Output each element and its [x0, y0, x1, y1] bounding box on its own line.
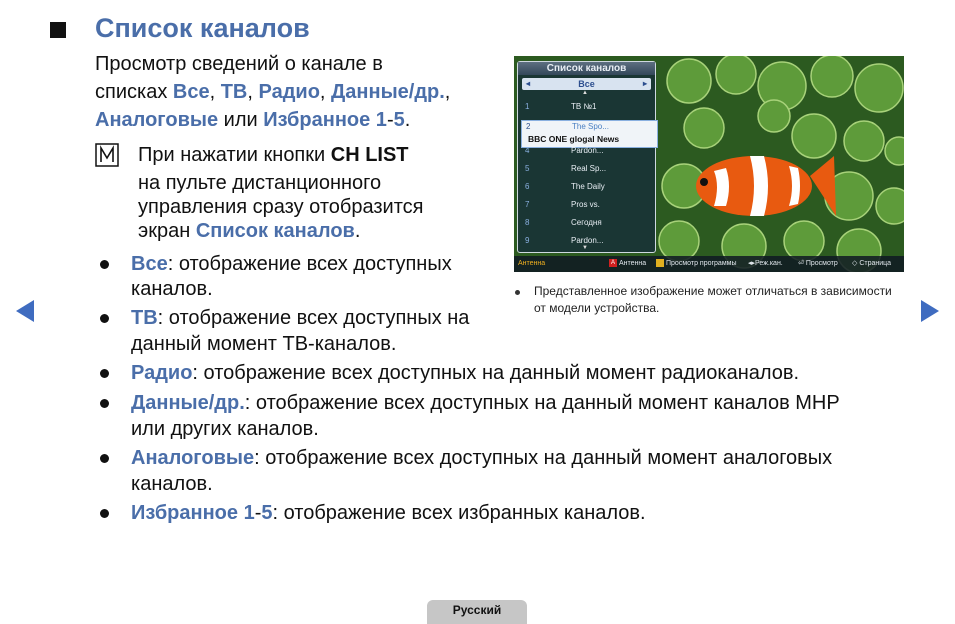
enter-icon: ⏎ [798, 260, 806, 267]
bullet-dot [100, 314, 109, 323]
key-view[interactable]: ⏎ Просмотр [798, 256, 838, 272]
key-page[interactable]: ◇ Страница [852, 256, 891, 272]
note-line-1: При нажатии кнопки CH LIST [138, 144, 409, 166]
bullet-data: Данные/др.: отображение всех доступных н… [131, 392, 840, 414]
page-title: Список каналов [95, 13, 310, 43]
link-all[interactable]: Все [173, 81, 210, 103]
osd-title: Список каналов [518, 62, 655, 75]
channel-row[interactable]: 8 Сегодня [521, 214, 652, 231]
intro-line-3: Аналоговые или Избранное 1-5. [95, 109, 411, 131]
chevron-right-icon[interactable]: ▸ [643, 78, 647, 90]
tv-screenshot: Список каналов ◂ Все ▸ ▲ 1 ТВ №1 2 The Sp… [514, 56, 904, 272]
channel-row[interactable]: 1 ТВ №1 [521, 98, 652, 115]
bullet-dot [100, 454, 109, 463]
bullet-radio: Радио: отображение всех доступных на дан… [131, 362, 800, 384]
ch-list-key: CH LIST [330, 144, 409, 166]
yellow-key-icon [656, 259, 664, 268]
link-channel-list[interactable]: Список каналов [196, 220, 355, 242]
channel-list-osd: Список каналов ◂ Все ▸ ▲ 1 ТВ №1 2 The Sp… [517, 61, 658, 253]
note-icon [95, 143, 119, 167]
key-a[interactable]: A Антенна [609, 256, 646, 272]
tv-key-bar: Антенна A Антенна Просмотр программы ◂▸Ре… [514, 256, 904, 272]
bullet-tv: ТВ: отображение всех доступных на [131, 307, 470, 329]
key-b[interactable]: Просмотр программы [656, 256, 737, 272]
bullet-all: Все: отображение всех доступных [131, 253, 452, 275]
channel-row[interactable]: 7 Pros vs. [521, 196, 652, 213]
section-marker [50, 22, 66, 38]
link-radio[interactable]: Радио [259, 81, 320, 103]
intro-text: Просмотр сведений о канале в [95, 53, 383, 75]
channel-row[interactable]: 4 Pardon... [521, 142, 652, 159]
bullet-data-cont: или других каналов. [131, 418, 319, 440]
bullet-dot [100, 260, 109, 269]
bullet-dot [100, 509, 109, 518]
term-favorites: Избранное 1 [131, 502, 255, 524]
red-key-icon: A [609, 259, 617, 268]
intro-line-1: Просмотр сведений о канале в [95, 50, 383, 78]
key-mode[interactable]: ◂▸Реж.кан. [748, 256, 783, 272]
osd-tab-label: Все [578, 79, 595, 89]
bullet-analog: Аналоговые: отображение всех доступных н… [131, 447, 833, 469]
term-data: Данные/др. [131, 392, 245, 414]
chevron-left-icon[interactable]: ◂ [526, 78, 530, 90]
source-label: Антенна [518, 260, 546, 267]
bullet-dot [100, 399, 109, 408]
bullet-all-cont: каналов. [131, 278, 213, 300]
intro-text: списках [95, 81, 173, 103]
link-favorites[interactable]: Избранное 1 [263, 109, 387, 131]
term-tv: ТВ [131, 307, 158, 329]
note-line-4: экран Список каналов. [138, 220, 361, 242]
channel-row[interactable]: 6 The Daily [521, 178, 652, 195]
bullet-tv-cont: данный момент ТВ-каналов. [131, 333, 397, 355]
prev-page-icon[interactable] [16, 300, 34, 322]
bullet-dot [100, 369, 109, 378]
image-caption: Представленное изображение может отличат… [534, 284, 892, 315]
link-tv[interactable]: ТВ [221, 81, 248, 103]
bullet-favorites: Избранное 1-5: отображение всех избранны… [131, 502, 646, 524]
term-radio: Радио [131, 362, 193, 384]
caption-bullet [515, 290, 520, 295]
link-analog[interactable]: Аналоговые [95, 109, 218, 131]
next-page-icon[interactable] [921, 300, 939, 322]
link-data[interactable]: Данные/др. [331, 81, 445, 103]
intro-line-2: списках Все, ТВ, Радио, Данные/др., [95, 81, 451, 103]
left-right-icon: ◂▸ [748, 260, 756, 267]
channel-row[interactable]: 5 Real Sp... [521, 160, 652, 177]
term-analog: Аналоговые [131, 447, 255, 469]
scroll-down-icon[interactable]: ▼ [582, 245, 588, 251]
term-all: Все [131, 253, 168, 275]
scroll-up-icon[interactable]: ▲ [582, 90, 588, 96]
bullet-analog-cont: каналов. [131, 473, 213, 495]
language-tab[interactable]: Русский [427, 600, 527, 624]
osd-tab-all[interactable]: ◂ Все ▸ [522, 78, 651, 90]
link-favorites-5[interactable]: 5 [394, 109, 405, 131]
